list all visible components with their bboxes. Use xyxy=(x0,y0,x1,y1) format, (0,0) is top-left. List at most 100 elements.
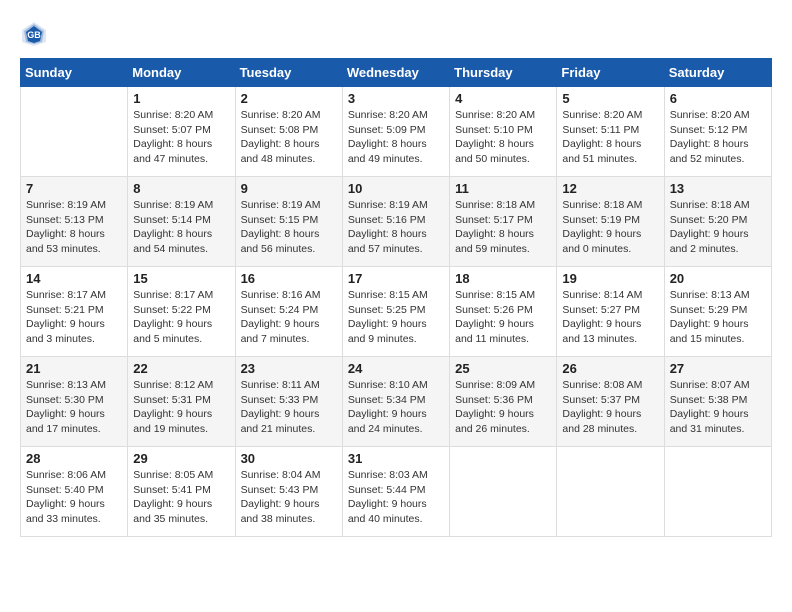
day-info: Sunrise: 8:17 AM Sunset: 5:22 PM Dayligh… xyxy=(133,288,229,347)
day-number: 6 xyxy=(670,91,766,106)
day-info: Sunrise: 8:19 AM Sunset: 5:14 PM Dayligh… xyxy=(133,198,229,257)
day-info: Sunrise: 8:14 AM Sunset: 5:27 PM Dayligh… xyxy=(562,288,658,347)
day-info: Sunrise: 8:19 AM Sunset: 5:13 PM Dayligh… xyxy=(26,198,122,257)
day-info: Sunrise: 8:13 AM Sunset: 5:29 PM Dayligh… xyxy=(670,288,766,347)
table-row: 13 Sunrise: 8:18 AM Sunset: 5:20 PM Dayli… xyxy=(664,177,771,267)
table-row: 3 Sunrise: 8:20 AM Sunset: 5:09 PM Daylig… xyxy=(342,87,449,177)
day-number: 22 xyxy=(133,361,229,376)
day-number: 13 xyxy=(670,181,766,196)
table-row xyxy=(557,447,664,537)
table-row: 15 Sunrise: 8:17 AM Sunset: 5:22 PM Dayli… xyxy=(128,267,235,357)
table-row: 2 Sunrise: 8:20 AM Sunset: 5:08 PM Daylig… xyxy=(235,87,342,177)
table-row: 14 Sunrise: 8:17 AM Sunset: 5:21 PM Dayli… xyxy=(21,267,128,357)
calendar-week-row: 28Sunrise: 8:06 AM Sunset: 5:40 PM Dayli… xyxy=(21,447,772,537)
table-row: 1Sunrise: 8:20 AM Sunset: 5:07 PM Daylig… xyxy=(128,87,235,177)
day-number: 25 xyxy=(455,361,551,376)
day-info: Sunrise: 8:07 AM Sunset: 5:38 PM Dayligh… xyxy=(670,378,766,437)
day-info: Sunrise: 8:20 AM Sunset: 5:09 PM Dayligh… xyxy=(348,108,444,167)
table-row: 9Sunrise: 8:19 AM Sunset: 5:15 PM Daylig… xyxy=(235,177,342,267)
day-number: 17 xyxy=(348,271,444,286)
logo-icon: GB xyxy=(20,20,48,48)
day-info: Sunrise: 8:18 AM Sunset: 5:17 PM Dayligh… xyxy=(455,198,551,257)
day-number: 23 xyxy=(241,361,337,376)
table-row: 11 Sunrise: 8:18 AM Sunset: 5:17 PM Dayli… xyxy=(450,177,557,267)
calendar-week-row: 1Sunrise: 8:20 AM Sunset: 5:07 PM Daylig… xyxy=(21,87,772,177)
day-number: 30 xyxy=(241,451,337,466)
day-info: Sunrise: 8:09 AM Sunset: 5:36 PM Dayligh… xyxy=(455,378,551,437)
day-info: Sunrise: 8:15 AM Sunset: 5:25 PM Dayligh… xyxy=(348,288,444,347)
day-number: 31 xyxy=(348,451,444,466)
table-row: 26 Sunrise: 8:08 AM Sunset: 5:37 PM Dayli… xyxy=(557,357,664,447)
col-thursday: Thursday xyxy=(450,59,557,87)
col-monday: Monday xyxy=(128,59,235,87)
table-row: 24Sunrise: 8:10 AM Sunset: 5:34 PM Dayli… xyxy=(342,357,449,447)
day-info: Sunrise: 8:19 AM Sunset: 5:16 PM Dayligh… xyxy=(348,198,444,257)
day-info: Sunrise: 8:17 AM Sunset: 5:21 PM Dayligh… xyxy=(26,288,122,347)
table-row: 12 Sunrise: 8:18 AM Sunset: 5:19 PM Dayli… xyxy=(557,177,664,267)
day-number: 20 xyxy=(670,271,766,286)
day-info: Sunrise: 8:18 AM Sunset: 5:19 PM Dayligh… xyxy=(562,198,658,257)
day-info: Sunrise: 8:13 AM Sunset: 5:30 PM Dayligh… xyxy=(26,378,122,437)
day-number: 26 xyxy=(562,361,658,376)
calendar-header-row: Sunday Monday Tuesday Wednesday Thursday… xyxy=(21,59,772,87)
table-row: 27 Sunrise: 8:07 AM Sunset: 5:38 PM Dayli… xyxy=(664,357,771,447)
day-number: 27 xyxy=(670,361,766,376)
table-row: 29Sunrise: 8:05 AM Sunset: 5:41 PM Dayli… xyxy=(128,447,235,537)
table-row: 18Sunrise: 8:15 AM Sunset: 5:26 PM Dayli… xyxy=(450,267,557,357)
table-row xyxy=(664,447,771,537)
table-row: 23Sunrise: 8:11 AM Sunset: 5:33 PM Dayli… xyxy=(235,357,342,447)
table-row: 25 Sunrise: 8:09 AM Sunset: 5:36 PM Dayli… xyxy=(450,357,557,447)
day-info: Sunrise: 8:20 AM Sunset: 5:11 PM Dayligh… xyxy=(562,108,658,167)
day-number: 16 xyxy=(241,271,337,286)
calendar-week-row: 14 Sunrise: 8:17 AM Sunset: 5:21 PM Dayli… xyxy=(21,267,772,357)
day-info: Sunrise: 8:04 AM Sunset: 5:43 PM Dayligh… xyxy=(241,468,337,527)
day-info: Sunrise: 8:19 AM Sunset: 5:15 PM Dayligh… xyxy=(241,198,337,257)
day-info: Sunrise: 8:20 AM Sunset: 5:10 PM Dayligh… xyxy=(455,108,551,167)
table-row: 4 Sunrise: 8:20 AM Sunset: 5:10 PM Daylig… xyxy=(450,87,557,177)
day-info: Sunrise: 8:16 AM Sunset: 5:24 PM Dayligh… xyxy=(241,288,337,347)
day-info: Sunrise: 8:06 AM Sunset: 5:40 PM Dayligh… xyxy=(26,468,122,527)
day-number: 2 xyxy=(241,91,337,106)
day-info: Sunrise: 8:12 AM Sunset: 5:31 PM Dayligh… xyxy=(133,378,229,437)
day-info: Sunrise: 8:18 AM Sunset: 5:20 PM Dayligh… xyxy=(670,198,766,257)
day-info: Sunrise: 8:03 AM Sunset: 5:44 PM Dayligh… xyxy=(348,468,444,527)
day-number: 5 xyxy=(562,91,658,106)
calendar-week-row: 7 Sunrise: 8:19 AM Sunset: 5:13 PM Daylig… xyxy=(21,177,772,267)
day-number: 3 xyxy=(348,91,444,106)
col-tuesday: Tuesday xyxy=(235,59,342,87)
table-row: 10Sunrise: 8:19 AM Sunset: 5:16 PM Dayli… xyxy=(342,177,449,267)
logo: GB xyxy=(20,20,52,48)
table-row: 28Sunrise: 8:06 AM Sunset: 5:40 PM Dayli… xyxy=(21,447,128,537)
table-row: 21 Sunrise: 8:13 AM Sunset: 5:30 PM Dayli… xyxy=(21,357,128,447)
day-number: 8 xyxy=(133,181,229,196)
day-number: 4 xyxy=(455,91,551,106)
table-row: 5 Sunrise: 8:20 AM Sunset: 5:11 PM Daylig… xyxy=(557,87,664,177)
day-number: 12 xyxy=(562,181,658,196)
day-info: Sunrise: 8:15 AM Sunset: 5:26 PM Dayligh… xyxy=(455,288,551,347)
table-row xyxy=(21,87,128,177)
table-row: 30 Sunrise: 8:04 AM Sunset: 5:43 PM Dayli… xyxy=(235,447,342,537)
calendar-week-row: 21 Sunrise: 8:13 AM Sunset: 5:30 PM Dayli… xyxy=(21,357,772,447)
calendar-table: Sunday Monday Tuesday Wednesday Thursday… xyxy=(20,58,772,537)
day-info: Sunrise: 8:20 AM Sunset: 5:08 PM Dayligh… xyxy=(241,108,337,167)
col-wednesday: Wednesday xyxy=(342,59,449,87)
day-number: 7 xyxy=(26,181,122,196)
day-info: Sunrise: 8:08 AM Sunset: 5:37 PM Dayligh… xyxy=(562,378,658,437)
table-row: 22 Sunrise: 8:12 AM Sunset: 5:31 PM Dayli… xyxy=(128,357,235,447)
day-number: 1 xyxy=(133,91,229,106)
page-header: GB xyxy=(20,20,772,48)
day-number: 14 xyxy=(26,271,122,286)
table-row: 19Sunrise: 8:14 AM Sunset: 5:27 PM Dayli… xyxy=(557,267,664,357)
col-friday: Friday xyxy=(557,59,664,87)
table-row: 20 Sunrise: 8:13 AM Sunset: 5:29 PM Dayli… xyxy=(664,267,771,357)
table-row xyxy=(450,447,557,537)
day-number: 24 xyxy=(348,361,444,376)
table-row: 31 Sunrise: 8:03 AM Sunset: 5:44 PM Dayli… xyxy=(342,447,449,537)
table-row: 7 Sunrise: 8:19 AM Sunset: 5:13 PM Daylig… xyxy=(21,177,128,267)
col-sunday: Sunday xyxy=(21,59,128,87)
col-saturday: Saturday xyxy=(664,59,771,87)
day-number: 15 xyxy=(133,271,229,286)
day-number: 11 xyxy=(455,181,551,196)
day-number: 21 xyxy=(26,361,122,376)
day-info: Sunrise: 8:20 AM Sunset: 5:12 PM Dayligh… xyxy=(670,108,766,167)
